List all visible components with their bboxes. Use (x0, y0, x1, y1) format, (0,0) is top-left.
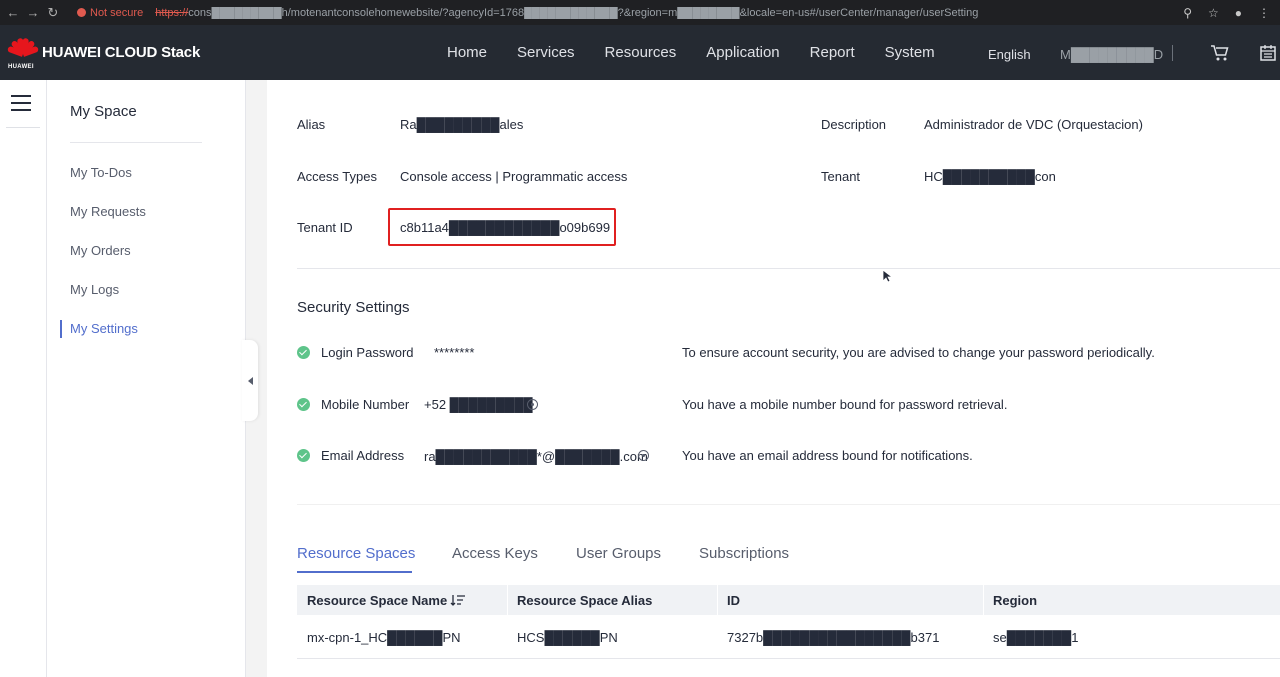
login-password-label: Login Password (321, 345, 414, 360)
sidebar-item-my-orders[interactable]: My Orders (70, 243, 131, 258)
cell-resource-space-name: mx-cpn-1_HC██████PN (307, 630, 461, 645)
address-bar[interactable]: https://cons█████████h/motenantconsoleho… (155, 7, 1035, 19)
nav-services[interactable]: Services (517, 44, 575, 61)
mobile-number-label: Mobile Number (321, 397, 410, 412)
nav-resources[interactable]: Resources (605, 44, 677, 61)
tenant-label: Tenant (821, 169, 861, 184)
security-indicator[interactable]: Not secure (77, 7, 143, 19)
profile-icon[interactable]: ● (1235, 6, 1242, 20)
mobile-number-hint: You have a mobile number bound for passw… (682, 397, 1008, 412)
alias-value: Ra█████████ales (400, 117, 524, 132)
cart-icon[interactable] (1210, 44, 1230, 62)
reload-icon[interactable]: ↻ (43, 5, 63, 21)
sidebar-item-my-todos[interactable]: My To-Dos (70, 165, 132, 180)
left-rail (0, 80, 47, 677)
cell-region: se███████1 (993, 630, 1079, 645)
header-divider (1172, 45, 1173, 61)
caret-left-icon (247, 376, 253, 385)
column-header-name[interactable]: Resource Space Name (307, 593, 447, 608)
warning-icon (77, 8, 86, 17)
forward-icon[interactable]: → (23, 5, 43, 20)
brand-sub-label: HUAWEI (8, 64, 34, 70)
user-menu[interactable]: M█████████D (1060, 47, 1163, 62)
browser-menu-icon[interactable]: ⋮ (1258, 6, 1270, 20)
access-types-value: Console access | Programmatic access (400, 169, 628, 184)
check-circle-icon (297, 398, 310, 411)
mouse-cursor-icon (882, 269, 892, 283)
description-label: Description (821, 117, 887, 132)
active-tab-underline (297, 571, 412, 573)
back-icon[interactable]: ← (3, 5, 23, 20)
column-divider (717, 585, 718, 615)
security-settings-title: Security Settings (297, 299, 410, 316)
table-header: Resource Space Name Resource Space Alias… (297, 585, 1280, 615)
mobile-number-value: +52 █████████ (424, 397, 533, 412)
nav-home[interactable]: Home (447, 44, 487, 61)
zoom-icon[interactable]: ⚲ (1183, 6, 1192, 20)
active-indicator (60, 320, 62, 338)
top-navigation-bar: HUAWEI CLOUD Stack Home Services Resourc… (0, 25, 1280, 80)
column-divider (983, 585, 984, 615)
brand-logo[interactable]: HUAWEI CLOUD Stack (6, 37, 201, 69)
nav-system[interactable]: System (885, 44, 935, 61)
tenant-id-value: c8b11a4████████████o09b699 (400, 220, 611, 235)
url-text: cons█████████h/motenantconsolehomewebsit… (188, 6, 979, 19)
orders-calendar-icon[interactable] (1259, 44, 1277, 62)
sidebar-item-my-requests[interactable]: My Requests (70, 204, 146, 219)
description-value: Administrador de VDC (Orquestacion) (924, 117, 1143, 132)
email-address-hint: You have an email address bound for noti… (682, 448, 973, 463)
view-eye-icon[interactable] (638, 450, 649, 461)
hamburger-menu-icon[interactable] (11, 95, 31, 116)
column-divider (507, 585, 508, 615)
sidebar-item-my-logs[interactable]: My Logs (70, 282, 119, 297)
tab-user-groups[interactable]: User Groups (576, 545, 661, 562)
alias-label: Alias (297, 117, 326, 132)
column-header-id: ID (727, 593, 740, 608)
cell-resource-space-alias: HCS██████PN (517, 630, 618, 645)
sort-icon[interactable] (450, 594, 466, 607)
main-content: Alias Ra█████████ales Description Admini… (267, 80, 1280, 677)
browser-toolbar: ← → ↻ Not secure https://cons█████████h/… (0, 0, 1280, 25)
view-eye-icon[interactable] (527, 399, 538, 410)
tab-subscriptions[interactable]: Subscriptions (699, 545, 789, 562)
side-menu-divider (70, 142, 202, 143)
url-scheme: https:// (155, 6, 189, 19)
section-divider (297, 268, 1280, 269)
main-nav: Home Services Resources Application Repo… (432, 25, 950, 80)
sidebar-item-my-settings[interactable]: My Settings (70, 321, 138, 336)
tenant-value: HC██████████con (924, 169, 1056, 184)
tab-resource-spaces[interactable]: Resource Spaces (297, 545, 415, 562)
nav-report[interactable]: Report (810, 44, 855, 61)
collapse-sidebar-button[interactable] (242, 340, 258, 421)
security-label: Not secure (90, 6, 144, 19)
access-types-label: Access Types (297, 169, 377, 184)
cell-id: 7327b████████████████b371 (727, 630, 940, 645)
column-header-alias: Resource Space Alias (517, 593, 653, 608)
tenant-id-label: Tenant ID (297, 220, 353, 235)
side-menu-title: My Space (70, 103, 137, 120)
column-header-region: Region (993, 593, 1038, 608)
check-circle-icon (297, 449, 310, 462)
table-row[interactable]: mx-cpn-1_HC██████PN HCS██████PN 7327b███… (297, 615, 1280, 659)
language-selector[interactable]: English (988, 47, 1031, 62)
email-address-value: ra███████████*@███████.com (424, 449, 648, 464)
section-divider (297, 504, 1280, 505)
check-circle-icon (297, 346, 310, 359)
rail-divider (6, 127, 40, 128)
tab-access-keys[interactable]: Access Keys (452, 545, 538, 562)
bookmark-star-icon[interactable]: ☆ (1208, 6, 1219, 20)
nav-application[interactable]: Application (706, 44, 779, 61)
side-menu: My Space My To-Dos My Requests My Orders… (47, 80, 246, 677)
login-password-hint: To ensure account security, you are advi… (682, 345, 1155, 360)
login-password-value: ******** (434, 345, 475, 360)
email-address-label: Email Address (321, 448, 405, 463)
brand-name: HUAWEI CLOUD Stack (42, 44, 201, 61)
